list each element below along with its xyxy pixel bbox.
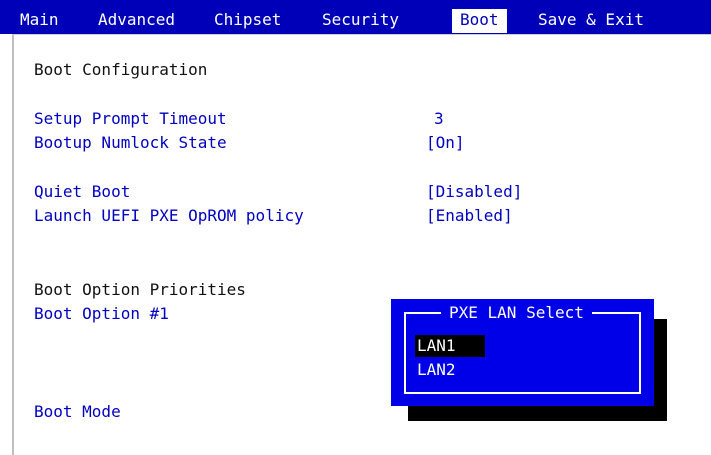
boot-option-1-label[interactable]: Boot Option #1	[34, 304, 169, 323]
setup-prompt-timeout-label[interactable]: Setup Prompt Timeout	[34, 109, 227, 128]
tab-advanced[interactable]: Advanced	[98, 9, 175, 33]
bootup-numlock-state-label[interactable]: Bootup Numlock State	[34, 133, 227, 152]
boot-option-priorities-title: Boot Option Priorities	[34, 280, 246, 299]
launch-uefi-pxe-oprom-policy-value[interactable]: [Enabled]	[426, 206, 513, 225]
menu-bar: Main Advanced Chipset Security Boot Save…	[0, 0, 711, 34]
tab-boot[interactable]: Boot	[452, 9, 507, 33]
bootup-numlock-state-value[interactable]: [On]	[426, 133, 465, 152]
pxe-lan-select-label[interactable]: PXE LAN Select	[44, 230, 179, 249]
pxe-lan-select-value[interactable]: [LAN1]	[426, 230, 484, 249]
quiet-boot-label[interactable]: Quiet Boot	[34, 182, 130, 201]
launch-uefi-pxe-oprom-policy-label[interactable]: Launch UEFI PXE OpROM policy	[34, 206, 304, 225]
popup-option-lan2[interactable]: LAN2	[417, 359, 456, 381]
pxe-lan-select-popup: PXE LAN Select LAN1 LAN2	[391, 299, 654, 406]
tab-security[interactable]: Security	[322, 9, 399, 33]
quiet-boot-value[interactable]: [Disabled]	[426, 182, 522, 201]
section-title: Boot Configuration	[34, 60, 208, 79]
popup-title: PXE LAN Select	[441, 304, 592, 322]
tab-chipset[interactable]: Chipset	[214, 9, 281, 33]
boot-mode-label[interactable]: Boot Mode	[34, 402, 121, 421]
popup-option-lan1[interactable]: LAN1	[415, 335, 485, 357]
setup-prompt-timeout-value[interactable]: 3	[434, 109, 444, 128]
tab-save-exit[interactable]: Save & Exit	[538, 9, 644, 33]
tab-main[interactable]: Main	[20, 9, 59, 33]
